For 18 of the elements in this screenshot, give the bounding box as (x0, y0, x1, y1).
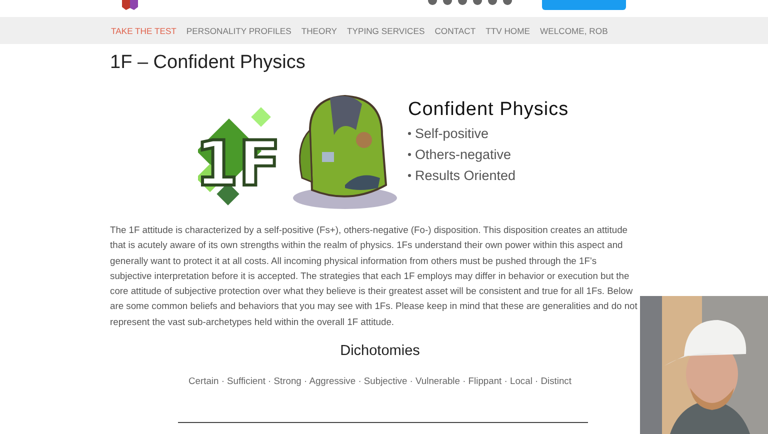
nav-link[interactable]: PERSONALITY PROFILES (186, 26, 292, 36)
bullet-text: Results Oriented (415, 166, 516, 184)
bullet-text: Self-positive (415, 124, 489, 143)
hero-heading: Confident Physics (408, 98, 569, 120)
page-title: 1F – Confident Physics (110, 52, 306, 74)
nav-link[interactable]: TTV HOME (486, 26, 530, 36)
bullet-icon (408, 152, 411, 156)
dichotomy-list: Certain · Sufficient · Strong · Aggressive · Subjective · Vulnerable · Flippant · Local · Distinct (110, 375, 650, 386)
bullet-icon (408, 174, 411, 176)
section-heading: Dichotomies (339, 343, 421, 360)
nav-link[interactable]: TYPING SERVICES (347, 26, 425, 36)
description-paragraph: The 1F attitude is characterized by a self-positive (Fs+), others-negative (Fo-) disposition. This disposition creates an attitude that is acutely aware of its own strengths within the realm of physics. 1Fs understand their own power within this aspect and generally want to protect it at all costs. All incoming physical information from others must be pushed through the 1F’s subjective interpretation before it is accepted. The strategies that each 1F employs may differ in behavior or execution but the core attitude of subjective protection over what they believe is their greatest asset will be consistent and true for all 1Fs. Below are some common beliefs and behaviors that you may see with 1Fs. Please keep in mind that these are generalities and do not represent the vast sub-archetypes held within the overall 1F attitude. (110, 223, 638, 329)
bullet-text: Others-negative (415, 146, 512, 164)
nav-link[interactable]: THEORY (301, 26, 337, 36)
bullet-icon (408, 132, 411, 134)
nav-link[interactable]: WELCOME, ROB (540, 26, 608, 36)
nav-link[interactable]: CONTACT (434, 26, 476, 36)
nav-link[interactable]: TAKE THE TEST (111, 26, 176, 36)
